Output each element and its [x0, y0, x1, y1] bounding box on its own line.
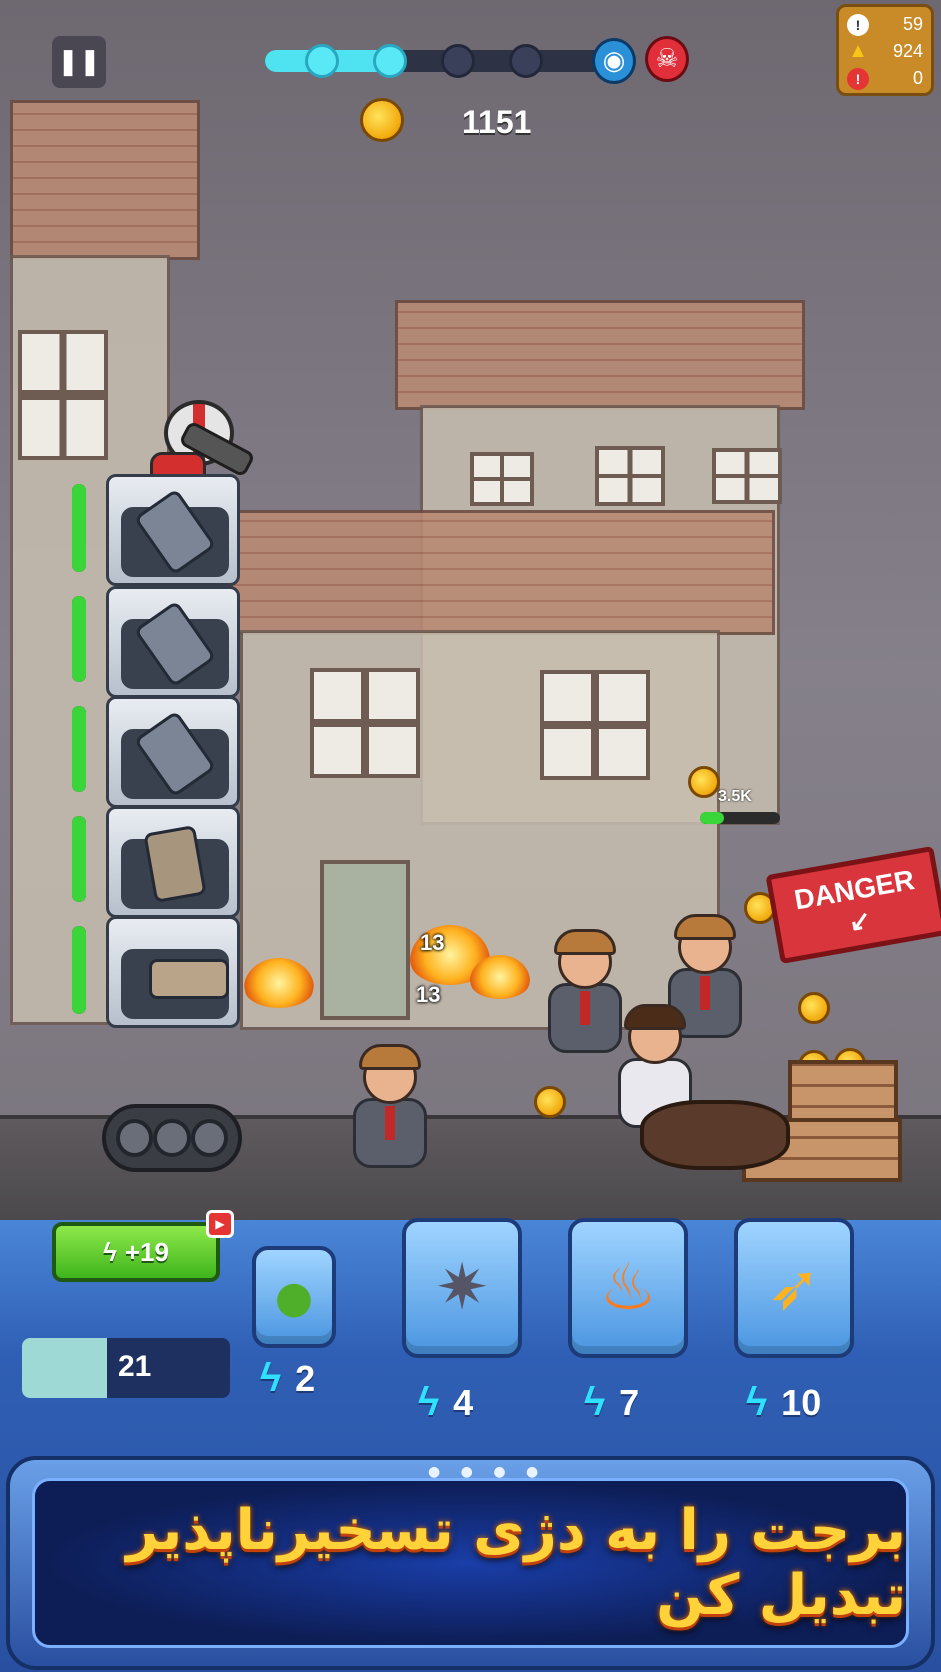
exclamation-icon: !	[847, 13, 869, 36]
tower-tracks	[102, 1104, 242, 1172]
pause-icon: ❚❚	[57, 47, 101, 77]
promo-banner: برجت را به دژی تسخیرناپذیر تبدیل کن	[32, 1478, 909, 1648]
skill-sawblade-button[interactable]: ✷	[402, 1218, 522, 1358]
stat-value: 59	[902, 14, 923, 34]
window	[470, 452, 534, 506]
cost-value: 7	[619, 1381, 640, 1423]
stat-row: ▲ 924	[847, 38, 923, 65]
turret-slot-flamethrower[interactable]	[106, 806, 240, 918]
stat-row: ! 0	[847, 65, 923, 92]
tower-hp-bar	[72, 816, 86, 902]
boss-hp-label: 3.5K	[718, 788, 752, 805]
turret-slot[interactable]	[106, 696, 240, 808]
tower-hp-bar	[72, 706, 86, 792]
lightning-icon: ϟ	[746, 1380, 768, 1424]
arrow-down-left-icon: ↙	[846, 903, 874, 937]
tower-hp-bar	[72, 484, 86, 572]
coin-icon	[688, 766, 720, 798]
roof-left	[10, 100, 200, 260]
flame-effect	[470, 955, 530, 999]
danger-sign: DANGER ↙	[765, 845, 941, 965]
lightning-icon: ϟ	[584, 1380, 606, 1424]
window	[18, 330, 108, 460]
damage-number: 13	[420, 930, 445, 955]
coin-icon	[360, 98, 404, 142]
banner-text: برجت را به دژی تسخیرناپذیر تبدیل کن	[126, 1498, 906, 1628]
camera-icon: ◉	[592, 38, 636, 84]
stats-panel: ! 59 ▲ 924 ! 0	[836, 4, 934, 96]
cost-value: 4	[453, 1381, 474, 1423]
cost-value: 2	[295, 1357, 316, 1399]
turret-slot[interactable]	[106, 586, 240, 698]
turret-slot[interactable]	[106, 474, 240, 586]
energy-meter: 21	[22, 1338, 230, 1398]
window	[595, 446, 665, 506]
stat-value: 924	[892, 41, 923, 61]
skill-grenade-button[interactable]: ●	[252, 1246, 336, 1348]
fire-icon: ♨	[599, 1251, 657, 1325]
game-stage: ❚❚ ◉ ☠ ! 59 ▲ 924 ! 0 1151 13 13 3.5K DA…	[0, 0, 941, 1672]
wave-node	[509, 44, 543, 78]
energy-bonus-label: +19	[124, 1236, 169, 1267]
skill-fire-button[interactable]: ♨	[568, 1218, 688, 1358]
damage-number: 13	[416, 982, 441, 1007]
cost-value: 10	[781, 1381, 822, 1423]
roof-front	[230, 510, 775, 635]
tower-hp-bar	[72, 596, 86, 682]
door	[320, 860, 410, 1020]
grenade-icon: ●	[274, 1271, 314, 1323]
coin-count: 1151	[462, 104, 532, 140]
window	[712, 448, 782, 504]
pause-button[interactable]: ❚❚	[52, 36, 106, 88]
boss-skull-icon: ☠	[645, 36, 689, 82]
lightning-icon: ϟ	[103, 1236, 117, 1267]
stat-row: ! 59	[847, 11, 923, 38]
stat-value: 0	[912, 68, 923, 88]
zombie-enemy	[345, 1044, 435, 1170]
skill-cost: ϟ 7	[584, 1380, 639, 1425]
turret-slot-cannon[interactable]	[106, 916, 240, 1028]
boss-hp-bar	[700, 812, 780, 824]
tower-hp-bar	[72, 926, 86, 1014]
energy-bonus-button[interactable]: ϟ +19	[52, 1222, 220, 1282]
sawblade-icon: ✷	[435, 1251, 489, 1325]
lightning-icon: ϟ	[418, 1380, 440, 1424]
wave-node	[373, 44, 407, 78]
window	[540, 670, 650, 780]
window	[310, 668, 420, 778]
roof-back	[395, 300, 805, 410]
wave-node	[305, 44, 339, 78]
alert-icon: !	[847, 67, 869, 90]
wave-node	[441, 44, 475, 78]
lightning-icon: ϟ	[260, 1356, 282, 1400]
coin-icon	[798, 992, 830, 1024]
manhole	[640, 1100, 790, 1170]
skill-missiles-button[interactable]: ➶	[734, 1218, 854, 1358]
skill-cost: ϟ 10	[746, 1380, 821, 1425]
coin-icon	[534, 1086, 566, 1118]
skill-cost: ϟ 2	[260, 1356, 315, 1401]
warning-icon: ▲	[848, 40, 868, 62]
energy-value: 21	[118, 1350, 152, 1383]
missiles-icon: ➶	[767, 1251, 821, 1325]
skill-cost: ϟ 4	[418, 1380, 473, 1425]
video-ad-icon: ▶	[206, 1210, 234, 1238]
